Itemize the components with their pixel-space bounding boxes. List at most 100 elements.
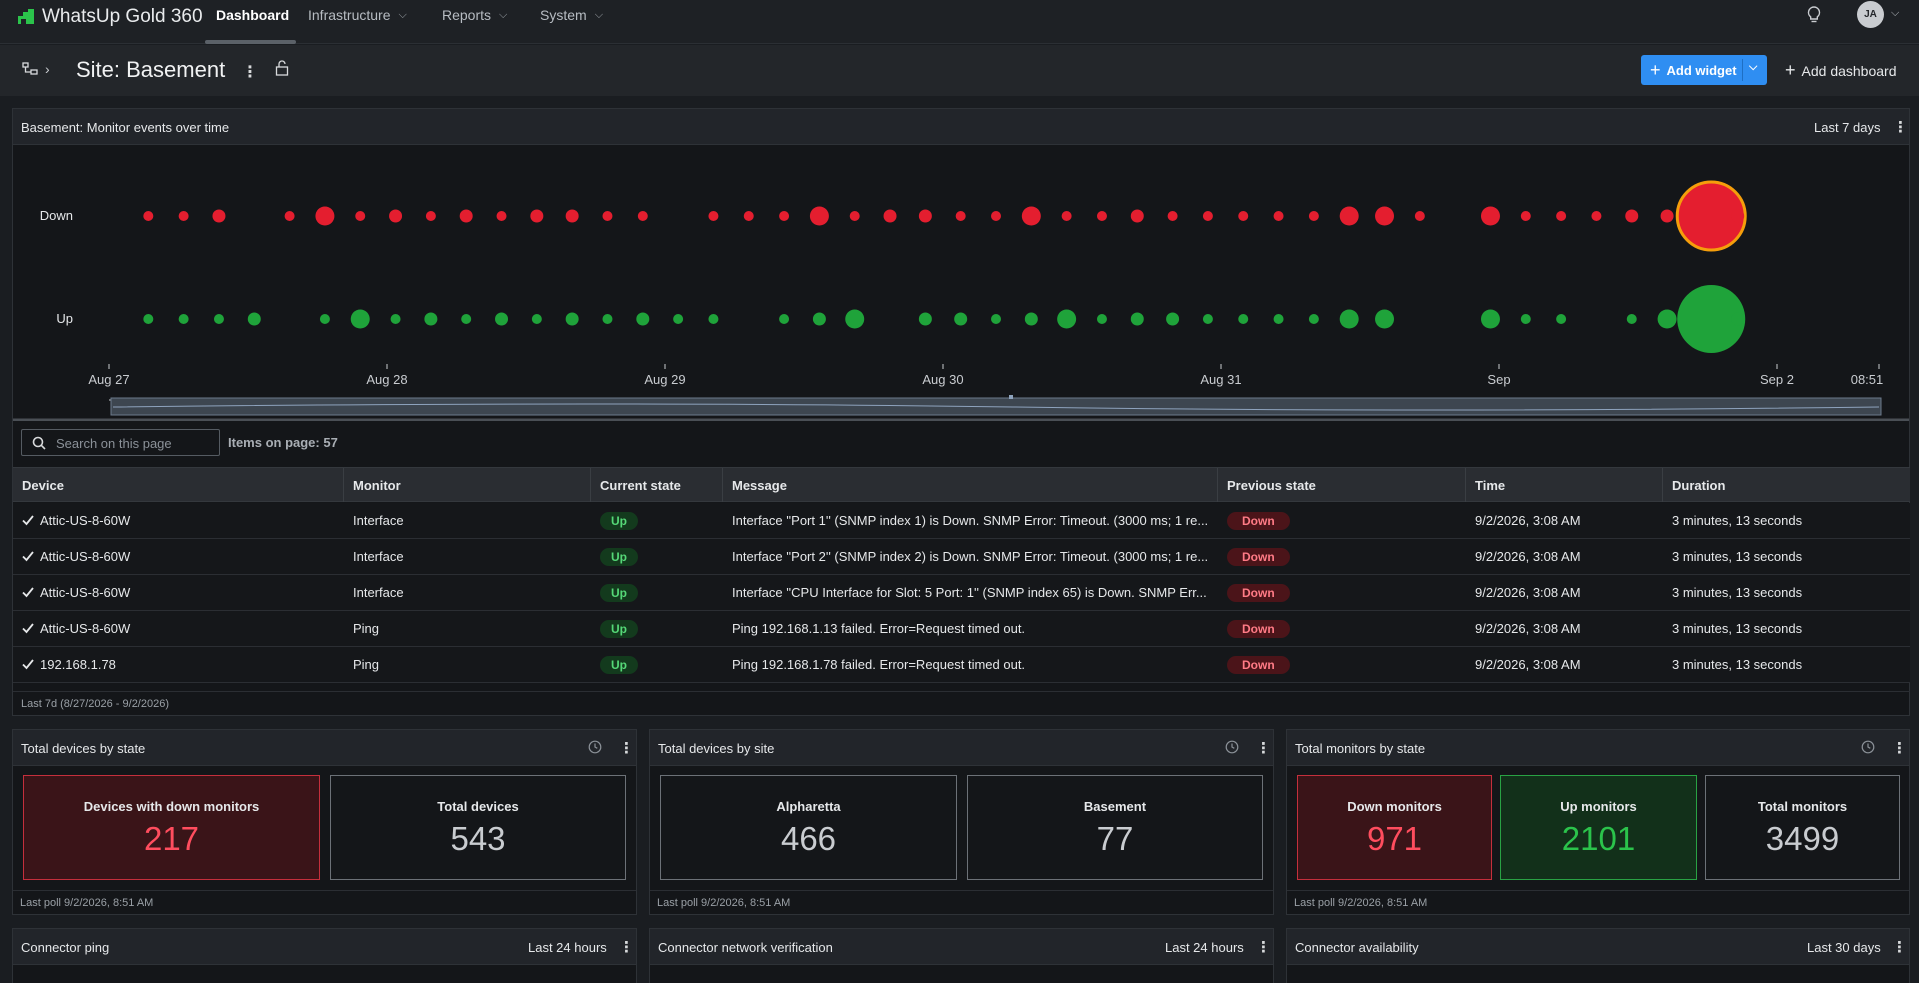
search-input[interactable] [56, 434, 211, 452]
more-options-icon[interactable]: ⋮ [242, 62, 258, 82]
total-devices-tile[interactable]: Total devices 543 [330, 775, 626, 880]
event-point[interactable] [883, 209, 897, 223]
event-point[interactable] [1057, 309, 1077, 329]
event-point[interactable] [991, 211, 1001, 221]
table-row[interactable]: Attic-US-8-60W Interface Up Interface ''… [13, 539, 1910, 575]
event-point[interactable] [247, 312, 261, 326]
column-resizer[interactable] [343, 468, 344, 502]
clock-icon[interactable] [588, 740, 602, 754]
column-resizer[interactable] [590, 468, 591, 502]
event-point[interactable] [708, 211, 719, 221]
add-widget-button[interactable]: + Add widget ⌵ [1641, 55, 1767, 85]
more-options-icon[interactable]: ⋮ [1893, 118, 1908, 136]
time-range-selector[interactable]: Last 30 days [1807, 940, 1881, 955]
event-point[interactable] [1096, 211, 1107, 221]
user-avatar[interactable]: JA [1857, 1, 1884, 28]
total-monitors-tile[interactable]: Total monitors 3499 [1705, 775, 1900, 880]
event-point[interactable] [1556, 314, 1567, 324]
event-point[interactable] [315, 206, 335, 226]
event-point[interactable] [178, 211, 189, 221]
event-point[interactable] [143, 211, 154, 221]
event-point[interactable] [1273, 211, 1284, 221]
event-point[interactable] [918, 312, 932, 326]
event-point[interactable] [565, 312, 579, 326]
column-resizer[interactable] [722, 468, 723, 502]
range-navigator-handle[interactable] [1009, 395, 1013, 399]
unlock-icon[interactable] [275, 60, 289, 76]
more-options-icon[interactable]: ⋮ [1256, 739, 1271, 757]
event-point[interactable] [1202, 314, 1213, 324]
event-point[interactable] [1480, 309, 1500, 329]
table-row[interactable]: Attic-US-8-60W Ping Up Ping 192.168.1.13… [13, 611, 1910, 647]
event-point[interactable] [496, 211, 507, 221]
event-point[interactable] [779, 314, 790, 324]
app-logo[interactable]: WhatsUp Gold 360 [16, 6, 203, 28]
event-point[interactable] [809, 206, 829, 226]
event-point[interactable] [1238, 211, 1249, 221]
event-point[interactable] [1308, 211, 1319, 221]
event-point[interactable] [845, 309, 865, 329]
column-resizer[interactable] [1465, 468, 1466, 502]
event-point[interactable] [1202, 211, 1213, 221]
event-point[interactable] [849, 211, 860, 221]
event-point[interactable] [1660, 209, 1674, 223]
up-monitors-tile[interactable]: Up monitors 2101 [1500, 775, 1697, 880]
column-resizer[interactable] [1662, 468, 1663, 502]
chevron-down-icon[interactable]: ⌵ [1891, 7, 1899, 20]
event-point[interactable] [425, 211, 436, 221]
event-point[interactable] [350, 309, 370, 329]
event-point[interactable] [708, 314, 719, 324]
nav-system[interactable]: System ⌵ [540, 0, 603, 44]
nav-infrastructure[interactable]: Infrastructure ⌵ [308, 0, 407, 44]
event-point[interactable] [1166, 312, 1180, 326]
cell-device[interactable]: Attic-US-8-60W [40, 621, 335, 636]
event-point[interactable] [779, 211, 790, 221]
event-point[interactable] [1626, 314, 1637, 324]
event-point[interactable] [1024, 312, 1038, 326]
column-duration[interactable]: Duration [1672, 478, 1725, 493]
site-tree-icon[interactable] [22, 62, 38, 76]
event-point[interactable] [602, 314, 613, 324]
column-time[interactable]: Time [1475, 478, 1505, 493]
column-resizer[interactable] [1217, 468, 1218, 502]
nav-reports[interactable]: Reports ⌵ [442, 0, 507, 44]
column-message[interactable]: Message [732, 478, 787, 493]
column-previous-state[interactable]: Previous state [1227, 478, 1316, 493]
column-current-state[interactable]: Current state [600, 478, 681, 493]
clock-icon[interactable] [1861, 740, 1875, 754]
event-point[interactable] [918, 209, 932, 223]
event-point[interactable] [355, 211, 366, 221]
event-point[interactable] [284, 211, 295, 221]
event-point[interactable] [389, 209, 403, 223]
cell-device[interactable]: Attic-US-8-60W [40, 585, 335, 600]
event-point[interactable] [1731, 312, 1745, 326]
event-point[interactable] [1339, 309, 1359, 329]
event-point[interactable] [1731, 209, 1745, 223]
event-point[interactable] [319, 314, 330, 324]
event-point[interactable] [495, 312, 509, 326]
event-point[interactable] [143, 314, 154, 324]
add-dashboard-button[interactable]: + Add dashboard [1785, 60, 1896, 81]
event-point[interactable] [178, 314, 189, 324]
event-point[interactable] [530, 209, 544, 223]
event-point[interactable] [1375, 309, 1395, 329]
event-point[interactable] [955, 211, 966, 221]
event-point[interactable] [390, 314, 401, 324]
events-timeline-chart[interactable]: Down Up Aug 27 Aug 28 Aug 29 Aug 30 Aug 31 Sep S… [13, 145, 1909, 421]
table-row[interactable]: 192.168.1.78 Ping Up Ping 192.168.1.78 f… [13, 647, 1910, 683]
event-point[interactable] [1238, 314, 1249, 324]
event-point[interactable] [1339, 206, 1359, 226]
event-point[interactable] [1130, 312, 1144, 326]
event-point[interactable] [1061, 211, 1072, 221]
nav-dashboard[interactable]: Dashboard [216, 0, 289, 44]
event-point[interactable] [991, 314, 1001, 324]
event-point[interactable] [1096, 314, 1107, 324]
cell-device[interactable]: Attic-US-8-60W [40, 513, 335, 528]
cell-device[interactable]: 192.168.1.78 [40, 657, 335, 672]
devices-with-down-monitors-tile[interactable]: Devices with down monitors 217 [23, 775, 320, 880]
event-point[interactable] [1021, 206, 1041, 226]
basement-tile[interactable]: Basement 77 [967, 775, 1263, 880]
table-row[interactable]: Attic-US-8-60W Interface Up Interface ''… [13, 503, 1910, 539]
event-point[interactable] [1375, 206, 1395, 226]
event-point[interactable] [531, 314, 542, 324]
